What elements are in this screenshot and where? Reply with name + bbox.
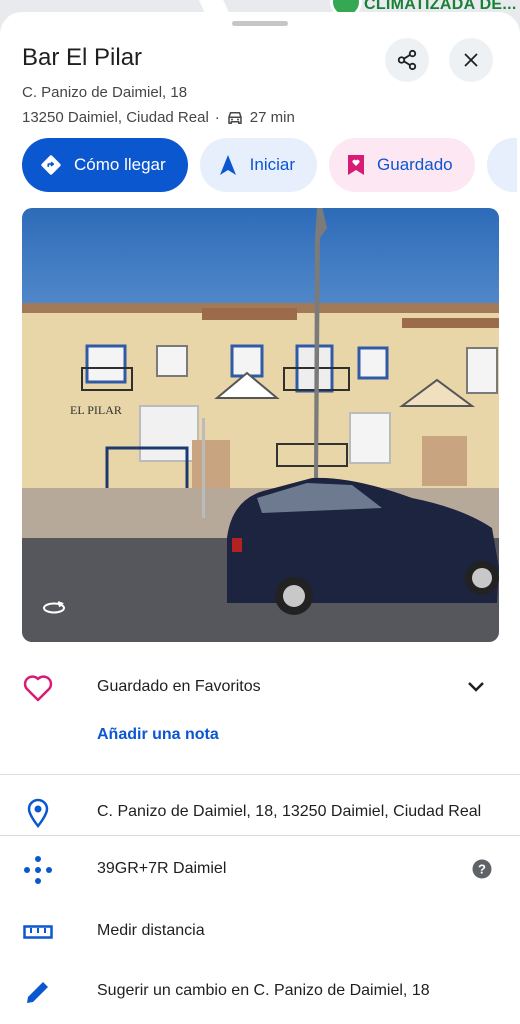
directions-icon	[41, 155, 61, 175]
divider	[0, 774, 520, 775]
close-icon	[464, 53, 478, 67]
location-pin-icon	[22, 797, 54, 829]
divider	[0, 835, 520, 836]
plus-code-icon	[22, 854, 54, 886]
street-view-photo[interactable]: EL PILAR	[22, 208, 499, 642]
saved-label: Guardado	[377, 155, 453, 174]
address-line-2-row: 13250 Daimiel, Ciudad Real · 27 min	[22, 109, 295, 126]
add-note-link[interactable]: Añadir una nota	[97, 726, 219, 744]
directions-label: Cómo llegar	[74, 155, 166, 174]
address-line-1: C. Panizo de Daimiel, 18	[22, 84, 188, 101]
start-button[interactable]: Iniciar	[199, 138, 318, 192]
close-button[interactable]	[449, 38, 493, 82]
start-label: Iniciar	[249, 155, 296, 174]
car-icon	[228, 111, 242, 124]
ruler-icon	[22, 916, 54, 948]
place-title: Bar El Pilar	[22, 44, 143, 71]
plus-code-row[interactable]: 39GR+7R Daimiel ?	[0, 848, 520, 892]
saved-list-row[interactable]: Guardado en Favoritos	[0, 666, 520, 710]
street-scene-image: EL PILAR	[22, 208, 499, 642]
share-button[interactable]	[385, 38, 429, 82]
suggest-edit-label: Sugerir un cambio en C. Panizo de Daimie…	[97, 982, 430, 999]
pencil-icon	[22, 976, 54, 1008]
navigation-arrow-icon	[219, 155, 236, 175]
360-view-icon[interactable]	[42, 600, 66, 616]
drag-handle[interactable]	[232, 21, 288, 26]
address-row[interactable]: C. Panizo de Daimiel, 18, 13250 Daimiel,…	[0, 788, 520, 838]
full-address: C. Panizo de Daimiel, 18, 13250 Daimiel,…	[97, 803, 482, 820]
share-icon	[397, 49, 417, 71]
svg-text:EL PILAR: EL PILAR	[70, 403, 122, 417]
svg-text:?: ?	[478, 862, 486, 877]
address-line-2: 13250 Daimiel, Ciudad Real	[22, 109, 209, 126]
drive-time: 27 min	[249, 109, 295, 126]
bookmark-heart-icon	[348, 155, 365, 175]
chevron-down-icon[interactable]	[466, 680, 486, 694]
saved-button[interactable]: Guardado	[329, 138, 475, 192]
help-icon[interactable]: ?	[472, 859, 492, 879]
directions-button[interactable]: Cómo llegar	[22, 138, 188, 192]
measure-distance-label: Medir distancia	[97, 922, 205, 939]
measure-distance-row[interactable]: Medir distancia	[0, 910, 520, 954]
saved-list-label: Guardado en Favoritos	[97, 678, 261, 695]
separator: ·	[214, 109, 220, 126]
place-sheet: Bar El Pilar C. Panizo de Daimiel, 18 13…	[0, 12, 520, 1024]
plus-code: 39GR+7R Daimiel	[97, 860, 227, 877]
action-chips: Cómo llegar Iniciar Guardado	[22, 138, 517, 192]
heart-icon	[22, 672, 54, 704]
more-actions-chip[interactable]	[486, 138, 517, 192]
suggest-edit-row[interactable]: Sugerir un cambio en C. Panizo de Daimie…	[0, 970, 520, 1014]
